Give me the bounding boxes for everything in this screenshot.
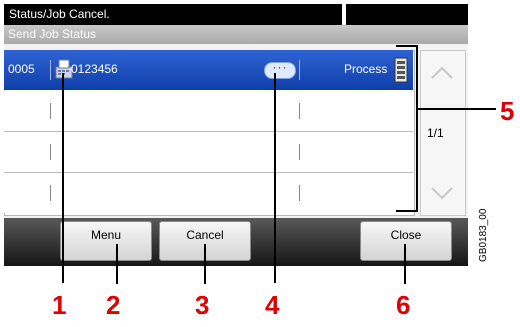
job-row-empty[interactable]: [4, 132, 413, 173]
column-divider: [299, 60, 300, 80]
column-divider: [50, 60, 51, 80]
callout-6: 6: [396, 290, 411, 320]
callout-1: 1: [52, 290, 67, 320]
subtitle-label: Send Job Status: [8, 27, 97, 41]
callout-line-6: [404, 244, 406, 284]
callout-4: 4: [265, 290, 280, 320]
callout-bracket-top: [396, 45, 418, 47]
more-icon: ···: [272, 60, 288, 74]
column-divider: [299, 185, 300, 201]
cancel-label: Cancel: [186, 228, 224, 242]
callout-2: 2: [106, 290, 121, 320]
callout-line-4: [274, 73, 276, 283]
detail-button[interactable]: ···: [264, 60, 296, 79]
scroll-up-icon[interactable]: [424, 58, 460, 88]
job-destination: 0123456: [71, 62, 118, 76]
column-divider: [50, 185, 51, 201]
scroll-down-icon[interactable]: [424, 178, 460, 208]
clock-time: 10:10: [395, 8, 426, 22]
job-row-empty[interactable]: [4, 91, 413, 132]
processing-icon: [394, 57, 408, 83]
callout-line-3: [204, 244, 206, 284]
callout-3: 3: [195, 290, 210, 320]
status-bar-gap: [342, 4, 346, 25]
job-row-empty[interactable]: [4, 173, 413, 213]
column-divider: [50, 144, 51, 160]
job-row-selected[interactable]: 0005 0123456 ··· Process: [4, 50, 413, 90]
callout-bracket-side: [416, 45, 418, 212]
close-button[interactable]: Close: [360, 221, 452, 261]
column-divider: [299, 144, 300, 160]
callout-5: 5: [500, 96, 515, 126]
subtitle-bar: Send Job Status: [4, 25, 468, 44]
page-indicator: 1/1: [427, 126, 444, 140]
close-label: Close: [390, 228, 422, 242]
screen-title: Status/Job Cancel.: [9, 7, 110, 21]
menu-button[interactable]: Menu: [60, 221, 152, 261]
callout-bracket-bottom: [396, 210, 418, 212]
figure-id: GB0183_00: [478, 208, 489, 262]
callout-line-5: [418, 108, 496, 110]
callout-line-2: [116, 244, 118, 284]
job-status: Process: [344, 62, 388, 76]
menu-label: Menu: [90, 228, 122, 242]
job-number: 0005: [8, 62, 35, 76]
column-divider: [50, 103, 51, 119]
column-divider: [299, 103, 300, 119]
callout-line-1: [62, 73, 64, 283]
